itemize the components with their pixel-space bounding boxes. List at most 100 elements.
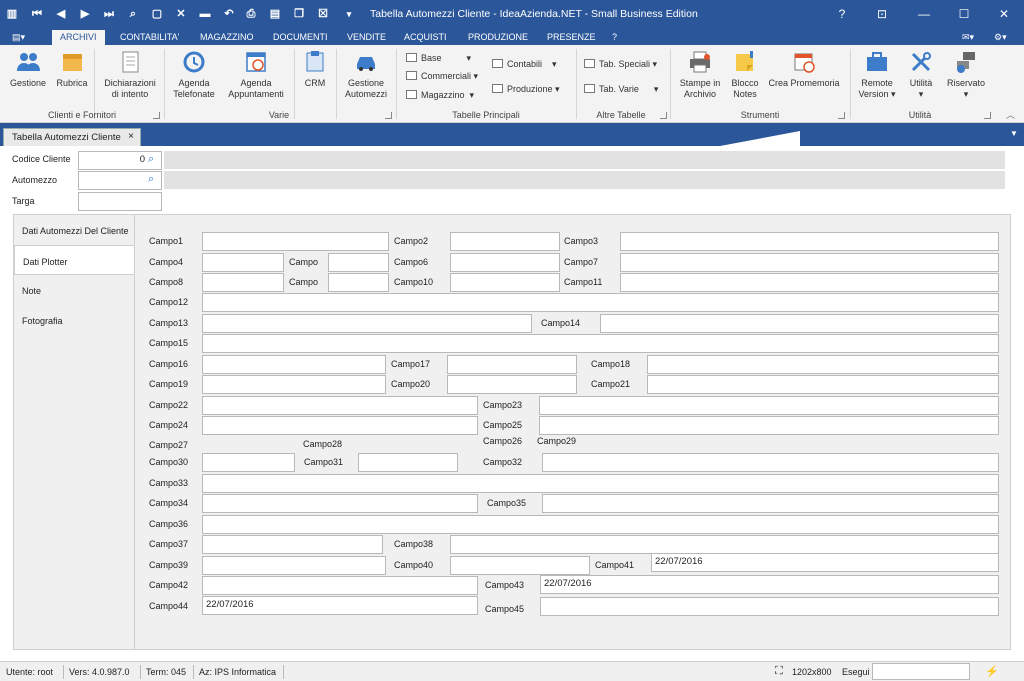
tab-contabilita[interactable]: CONTABILITA': [120, 32, 179, 42]
campo4-input[interactable]: [202, 253, 284, 272]
campo30-input[interactable]: [202, 453, 295, 472]
campo1-input[interactable]: [202, 232, 389, 251]
first-record-icon[interactable]: ⏮: [30, 7, 44, 21]
produzione-button[interactable]: Produzione ▾: [492, 83, 560, 95]
excel-icon[interactable]: ☒: [316, 7, 330, 21]
campo32-input[interactable]: [542, 453, 999, 472]
tab-archivi[interactable]: ARCHIVI: [52, 30, 105, 45]
remote-version-button[interactable]: Remote Version ▾: [856, 49, 898, 100]
campo31-input[interactable]: [358, 453, 458, 472]
side-tab-dati-plotter[interactable]: Dati Plotter: [14, 245, 135, 275]
document-tab[interactable]: Tabella Automezzi Cliente ×: [3, 128, 141, 146]
tab-speciali-button[interactable]: Tab. Speciali ▾: [584, 58, 657, 70]
tab-magazzino[interactable]: MAGAZZINO: [200, 32, 254, 42]
tab-presenze[interactable]: PRESENZE: [547, 32, 596, 42]
tab-list-dropdown-icon[interactable]: ▼: [1010, 129, 1018, 138]
close-button[interactable]: ✕: [996, 6, 1012, 22]
tab-varie-button[interactable]: Tab. Varie ▾: [584, 83, 658, 95]
campo24-input[interactable]: [202, 416, 478, 435]
undo-icon[interactable]: ↶: [222, 7, 236, 21]
base-button[interactable]: Base ▾: [406, 52, 471, 64]
side-tab-dati-automezzi[interactable]: Dati Automezzi Del Cliente: [14, 215, 134, 245]
calculator-icon[interactable]: ▤: [268, 7, 282, 21]
help-button[interactable]: ?: [834, 6, 850, 22]
utilita-dialog-launcher[interactable]: [984, 112, 991, 119]
gestione-automezzi-button[interactable]: Gestione Automezzi: [342, 49, 390, 100]
agenda-telefonate-button[interactable]: Agenda Telefonate: [168, 49, 220, 100]
campo6-input[interactable]: [450, 253, 560, 272]
campo3-input[interactable]: [620, 232, 999, 251]
side-tab-fotografia[interactable]: Fotografia: [14, 305, 134, 335]
new-doc-icon[interactable]: ▢: [150, 7, 164, 21]
contabili-button[interactable]: Contabili ▾: [492, 58, 557, 70]
campo19-input[interactable]: [202, 375, 386, 394]
campo40-input[interactable]: [450, 556, 590, 575]
campo16-input[interactable]: [202, 355, 386, 374]
commerciali-button[interactable]: Commerciali ▾: [406, 70, 478, 82]
campo23-input[interactable]: [539, 396, 999, 415]
campo2-input[interactable]: [450, 232, 560, 251]
codice-search-icon[interactable]: ⌕: [148, 153, 154, 166]
campo12-input[interactable]: [202, 293, 999, 312]
app-menu-icon[interactable]: ▤▾: [12, 32, 25, 43]
tab-vendite[interactable]: VENDITE: [347, 32, 386, 42]
campo38-input[interactable]: [450, 535, 999, 554]
lightning-icon[interactable]: ⚡: [985, 665, 999, 678]
campo17-input[interactable]: [447, 355, 577, 374]
rubrica-button[interactable]: Rubrica: [54, 49, 90, 89]
campo7-input[interactable]: [620, 253, 999, 272]
tab-acquisti[interactable]: ACQUISTI: [404, 32, 447, 42]
utilita-button[interactable]: Utilità ▾: [904, 49, 938, 100]
clienti-dialog-launcher[interactable]: [153, 112, 160, 119]
stampe-archivio-button[interactable]: Stampe in Archivio: [676, 49, 724, 100]
tab-documenti[interactable]: DOCUMENTI: [273, 32, 328, 42]
campo45-input[interactable]: [540, 597, 999, 616]
varie-dialog-launcher[interactable]: [385, 112, 392, 119]
dichiarazioni-button[interactable]: Dichiarazioni di intento: [100, 49, 160, 100]
side-tab-note[interactable]: Note: [14, 275, 134, 305]
strumenti-dialog-launcher[interactable]: [838, 112, 845, 119]
mail-icon[interactable]: ✉▾: [962, 32, 974, 43]
campo34-input[interactable]: [202, 494, 478, 513]
campo15-input[interactable]: [202, 334, 999, 353]
crea-promemoria-button[interactable]: Crea Promemoria: [766, 49, 842, 89]
minimize-button[interactable]: —: [916, 6, 932, 22]
campo5-input[interactable]: [328, 253, 389, 272]
campo11-input[interactable]: [620, 273, 999, 292]
campo39-input[interactable]: [202, 556, 386, 575]
crm-button[interactable]: CRM: [300, 49, 330, 89]
tab-help[interactable]: ?: [612, 32, 617, 42]
targa-input[interactable]: [78, 192, 162, 211]
campo25-input[interactable]: [539, 416, 999, 435]
campo10-input[interactable]: [450, 273, 560, 292]
campo44-input[interactable]: 22/07/2016: [202, 596, 478, 615]
copy-icon[interactable]: ❐: [292, 7, 306, 21]
altre-dialog-launcher[interactable]: [660, 112, 667, 119]
campo37-input[interactable]: [202, 535, 383, 554]
esegui-input[interactable]: [872, 663, 970, 680]
open-folder-icon[interactable]: ▬: [198, 7, 212, 21]
magazzino-button[interactable]: Magazzino ▾: [406, 89, 474, 101]
maximize-button[interactable]: ☐: [956, 6, 972, 22]
ribbon-display-icon[interactable]: ⊡: [874, 6, 890, 22]
campo35-input[interactable]: [542, 494, 999, 513]
tab-produzione[interactable]: PRODUZIONE: [468, 32, 528, 42]
campo41-input[interactable]: 22/07/2016: [651, 553, 999, 572]
campo9-input[interactable]: [328, 273, 389, 292]
campo8-input[interactable]: [202, 273, 284, 292]
campo43-input[interactable]: 22/07/2016: [540, 575, 999, 594]
collapse-ribbon-icon[interactable]: ︿: [1006, 109, 1015, 121]
campo36-input[interactable]: [202, 515, 999, 534]
campo21-input[interactable]: [647, 375, 999, 394]
last-record-icon[interactable]: ⏭: [102, 7, 116, 21]
close-tab-icon[interactable]: ×: [128, 131, 134, 142]
gestione-button[interactable]: Gestione: [8, 49, 48, 89]
campo13-input[interactable]: [202, 314, 532, 333]
campo14-input[interactable]: [600, 314, 999, 333]
agenda-appuntamenti-button[interactable]: Agenda Appuntamenti: [224, 49, 288, 100]
prev-record-icon[interactable]: ◀: [54, 7, 68, 21]
campo18-input[interactable]: [647, 355, 999, 374]
campo22-input[interactable]: [202, 396, 478, 415]
delete-icon[interactable]: ✕: [174, 7, 188, 21]
fullscreen-icon[interactable]: ⛶: [775, 665, 783, 678]
